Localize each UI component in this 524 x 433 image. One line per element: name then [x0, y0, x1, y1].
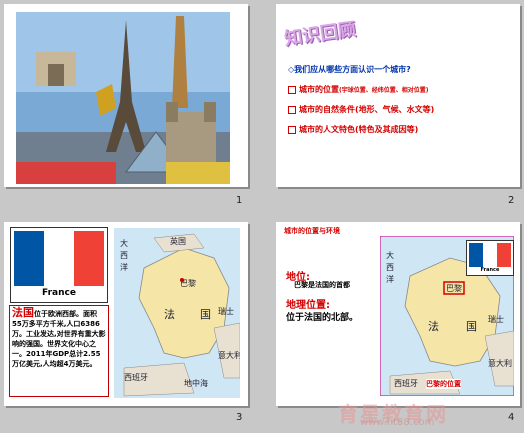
flag-stripes	[469, 243, 511, 267]
map-label: 洋	[120, 262, 128, 272]
map-label: 洋	[386, 274, 394, 284]
slide-header: 城市的位置与环境	[284, 227, 340, 235]
map-label: 大	[120, 238, 128, 248]
flag-stripes	[14, 231, 104, 286]
slide-4-thumbnail[interactable]: 城市的位置与环境 大 西 洋 巴黎 法 国 西班牙 意大利 瑞士 France …	[276, 222, 520, 406]
map-label: 地中海	[184, 378, 208, 388]
slide-number: 3	[236, 412, 243, 423]
map-caption: 巴黎的位置	[426, 379, 461, 389]
paris-landmarks-photo	[16, 12, 230, 184]
question-text: ◇我们应从哪些方面认识一个城市?	[288, 65, 411, 74]
map-label: 英国	[170, 236, 186, 246]
checkbox-icon	[288, 85, 296, 94]
location-text: 位于法国的北部。	[286, 313, 359, 323]
france-info-box: 法国位于欧洲西部。面积55万多平方千米,人口6386万。工业发达,对世界有重大影…	[9, 305, 109, 397]
map-label: 意大利	[218, 350, 240, 360]
map-label: 国	[200, 308, 211, 321]
map-label: 西班牙	[394, 378, 418, 388]
france-flag: France	[466, 240, 514, 276]
status-text: 巴黎是法国的首都	[294, 281, 350, 289]
france-map: 大 西 洋 英国 巴黎 法 国 西班牙 地中海 意大利 瑞士	[114, 228, 240, 398]
map-label: 意大利	[488, 358, 512, 368]
map-label: 西	[120, 251, 128, 260]
slide-1-thumbnail[interactable]	[4, 4, 248, 187]
info-body: 位于欧洲西部。面积55万多平方千米,人口6386万。工业发达,对世界有重大影响的…	[12, 310, 106, 368]
slide-number: 4	[508, 412, 515, 423]
map-label: 西班牙	[124, 372, 148, 382]
map-label: 瑞士	[218, 306, 234, 316]
map-label: 巴黎	[446, 283, 462, 293]
flag-caption: France	[42, 288, 76, 298]
slide-2-thumbnail[interactable]: 知识回顾 ◇我们应从哪些方面认识一个城市? 城市的位置(宇球位置、经纬位置、相对…	[276, 4, 520, 187]
map-label: 西	[386, 263, 394, 272]
location-label: 地理位置:	[286, 300, 330, 311]
flag-caption: France	[480, 267, 500, 273]
slide-title: 知识回顾	[283, 19, 358, 50]
list-item: 城市的自然条件(地形、气候、水文等)	[288, 104, 434, 115]
watermark-url: www.ht88.com	[360, 417, 435, 428]
map-label: 国	[466, 320, 477, 333]
checkbox-icon	[288, 105, 296, 114]
map-label: 法	[164, 307, 175, 321]
map-label: 瑞士	[488, 314, 504, 324]
slide-number: 1	[236, 195, 243, 206]
list-item: 城市的人文特色(特色及其成因等)	[288, 124, 418, 135]
checkbox-icon	[288, 125, 296, 134]
map-label: 大	[386, 250, 394, 260]
info-heading: 法国	[12, 306, 34, 319]
france-flag: France	[10, 227, 108, 303]
slide-3-thumbnail[interactable]: France 法国位于欧洲西部。面积55万多平方千米,人口6386万。工业发达,…	[4, 222, 248, 406]
slide-number: 2	[508, 195, 515, 206]
list-item: 城市的位置(宇球位置、经纬位置、相对位置)	[288, 84, 429, 95]
map-label: 法	[428, 319, 439, 333]
